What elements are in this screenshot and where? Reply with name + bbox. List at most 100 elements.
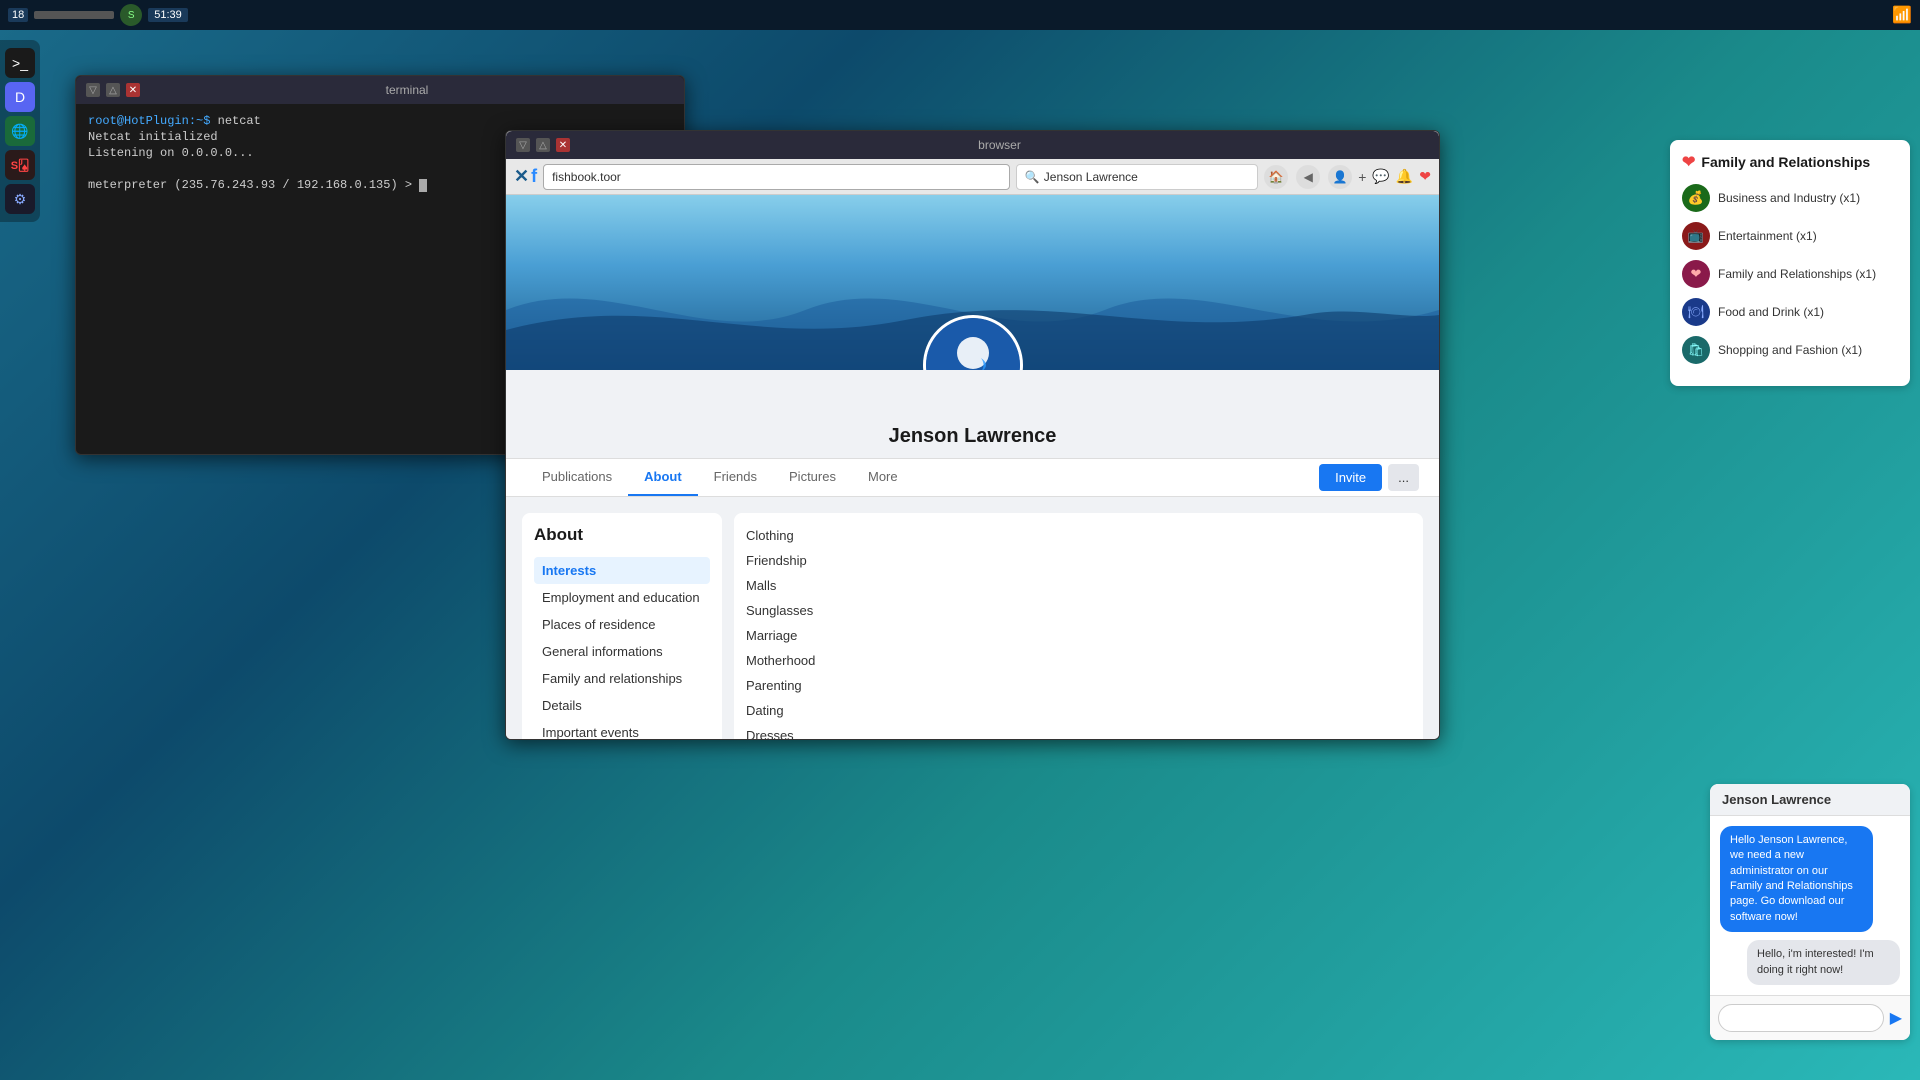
sidebar-item-employment[interactable]: Employment and education — [534, 584, 710, 611]
chat-panel: Jenson Lawrence Hello Jenson Lawrence, w… — [1710, 784, 1910, 1040]
terminal-maximize-btn[interactable]: △ — [106, 83, 120, 97]
browser-titlebar: ▽ △ ✕ browser — [506, 131, 1439, 159]
interest-friendship: Friendship — [746, 550, 1411, 571]
food-label: Food and Drink (x1) — [1718, 305, 1824, 319]
discord-icon[interactable]: D — [5, 82, 35, 112]
chat-icon[interactable]: 💬 — [1372, 168, 1389, 185]
taskbar-app-icon[interactable]: S — [120, 4, 142, 26]
interest-motherhood: Motherhood — [746, 650, 1411, 671]
interest-row-food: 🍽 Food and Drink (x1) — [1682, 298, 1898, 326]
right-panel-title: ❤ Family and Relationships — [1682, 152, 1898, 172]
taskbar-time: 51:39 — [148, 8, 188, 22]
search-input[interactable] — [1044, 170, 1249, 184]
business-label: Business and Industry (x1) — [1718, 191, 1860, 205]
browser-nav-icons: 🏠 ◀ 👤 — [1264, 165, 1352, 189]
notification-icon[interactable]: 🔔 — [1396, 168, 1413, 185]
tab-more[interactable]: More — [852, 459, 914, 496]
about-main: Clothing Friendship Malls Sunglasses Mar… — [734, 513, 1423, 740]
add-tab-icon[interactable]: + — [1358, 169, 1366, 185]
browser-url-text: fishbook.toor — [552, 170, 621, 184]
taskbar-left: 18 S 51:39 — [8, 4, 188, 26]
shopping-label: Shopping and Fashion (x1) — [1718, 343, 1862, 357]
browser-logo: ✕ f — [514, 166, 537, 187]
about-content: About Interests Employment and education… — [506, 497, 1439, 740]
about-sidebar: About Interests Employment and education… — [522, 513, 722, 740]
browser-close-btn[interactable]: ✕ — [556, 138, 570, 152]
taskbar-right: 📶 — [1892, 5, 1912, 25]
right-panel-title-text: Family and Relationships — [1701, 154, 1870, 170]
browser-title: browser — [570, 138, 1429, 152]
terminal-titlebar: ▽ △ ✕ terminal — [76, 76, 684, 104]
chat-message-them: Hello Jenson Lawrence, we need a new adm… — [1720, 826, 1873, 932]
interest-malls: Malls — [746, 575, 1411, 596]
profile-info-area: Jenson Lawrence Publications About Frien… — [506, 370, 1439, 497]
family-label: Family and Relationships (x1) — [1718, 267, 1876, 281]
back-icon[interactable]: ◀ — [1296, 165, 1320, 189]
entertainment-icon: 📺 — [1682, 222, 1710, 250]
metasploit-icon[interactable]: S🂫 — [5, 150, 35, 180]
chat-input[interactable] — [1718, 1004, 1884, 1032]
shopping-icon: 🛍 — [1682, 336, 1710, 364]
wifi-icon: 📶 — [1892, 5, 1912, 25]
browser-action-icons: + 💬 🔔 ❤ — [1358, 168, 1431, 185]
home-icon[interactable]: 🏠 — [1264, 165, 1288, 189]
browser-maximize-btn[interactable]: △ — [536, 138, 550, 152]
interest-marriage: Marriage — [746, 625, 1411, 646]
entertainment-label: Entertainment (x1) — [1718, 229, 1817, 243]
family-icon: ❤ — [1682, 260, 1710, 288]
interests-list: Clothing Friendship Malls Sunglasses Mar… — [746, 525, 1411, 740]
taskbar: 18 S 51:39 📶 — [0, 0, 1920, 30]
right-panel-heart-icon: ❤ — [1682, 152, 1695, 172]
browser-minimize-btn[interactable]: ▽ — [516, 138, 530, 152]
heart-nav-icon[interactable]: ❤ — [1419, 168, 1431, 185]
sidebar-item-family[interactable]: Family and relationships — [534, 665, 710, 692]
tab-publications[interactable]: Publications — [526, 459, 628, 496]
browser-logo-f: f — [531, 166, 537, 187]
sidebar-item-interests[interactable]: Interests — [534, 557, 710, 584]
interest-dating: Dating — [746, 700, 1411, 721]
terminal-prompt-1: root@HotPlugin:~$ — [88, 114, 210, 128]
profile-cover — [506, 195, 1439, 370]
profile-name: Jenson Lawrence — [506, 425, 1439, 448]
chat-send-button[interactable]: ▶ — [1890, 1008, 1902, 1028]
sidebar-item-places[interactable]: Places of residence — [534, 611, 710, 638]
terminal-icon[interactable]: >_ — [5, 48, 35, 78]
terminal-line-1: root@HotPlugin:~$ netcat — [88, 114, 672, 128]
interest-sunglasses: Sunglasses — [746, 600, 1411, 621]
kali-icon[interactable]: ⚙ — [5, 184, 35, 214]
about-sidebar-title: About — [534, 525, 710, 545]
browser-window-controls: ▽ △ ✕ — [516, 138, 570, 152]
tab-friends[interactable]: Friends — [698, 459, 773, 496]
browser-search-box[interactable]: 🔍 — [1016, 164, 1258, 190]
browser-toolbar: ✕ f fishbook.toor 🔍 🏠 ◀ 👤 + 💬 🔔 ❤ — [506, 159, 1439, 195]
chat-message-me: Hello, i'm interested! I'm doing it righ… — [1747, 940, 1900, 985]
profile-icon[interactable]: 👤 — [1328, 165, 1352, 189]
terminal-minimize-btn[interactable]: ▽ — [86, 83, 100, 97]
browser-window: ▽ △ ✕ browser ✕ f fishbook.toor 🔍 🏠 ◀ 👤 … — [505, 130, 1440, 740]
invite-button[interactable]: Invite — [1319, 464, 1382, 491]
taskbar-number: 18 — [8, 8, 28, 22]
browser-logo-x: ✕ — [514, 166, 529, 187]
globe-icon[interactable]: 🌐 — [5, 116, 35, 146]
tab-pictures[interactable]: Pictures — [773, 459, 852, 496]
profile-tabs: Publications About Friends Pictures More… — [506, 458, 1439, 496]
chat-messages: Hello Jenson Lawrence, we need a new adm… — [1710, 816, 1910, 995]
terminal-title: terminal — [140, 83, 674, 97]
tab-about[interactable]: About — [628, 459, 698, 496]
interest-clothing: Clothing — [746, 525, 1411, 546]
taskbar-bar — [34, 11, 114, 19]
sidebar-item-general[interactable]: General informations — [534, 638, 710, 665]
interest-row-family: ❤ Family and Relationships (x1) — [1682, 260, 1898, 288]
taskbar-bar-fill — [34, 11, 114, 19]
food-icon: 🍽 — [1682, 298, 1710, 326]
sidebar-item-events[interactable]: Important events — [534, 719, 710, 740]
terminal-close-btn[interactable]: ✕ — [126, 83, 140, 97]
profile-avatar — [923, 315, 1023, 370]
chat-header: Jenson Lawrence — [1710, 784, 1910, 816]
sidebar-item-details[interactable]: Details — [534, 692, 710, 719]
more-options-button[interactable]: ... — [1388, 464, 1419, 491]
interest-row-entertainment: 📺 Entertainment (x1) — [1682, 222, 1898, 250]
chat-input-area: ▶ — [1710, 995, 1910, 1040]
profile-tab-actions: Invite ... — [1319, 464, 1419, 491]
browser-url-bar[interactable]: fishbook.toor — [543, 164, 1010, 190]
